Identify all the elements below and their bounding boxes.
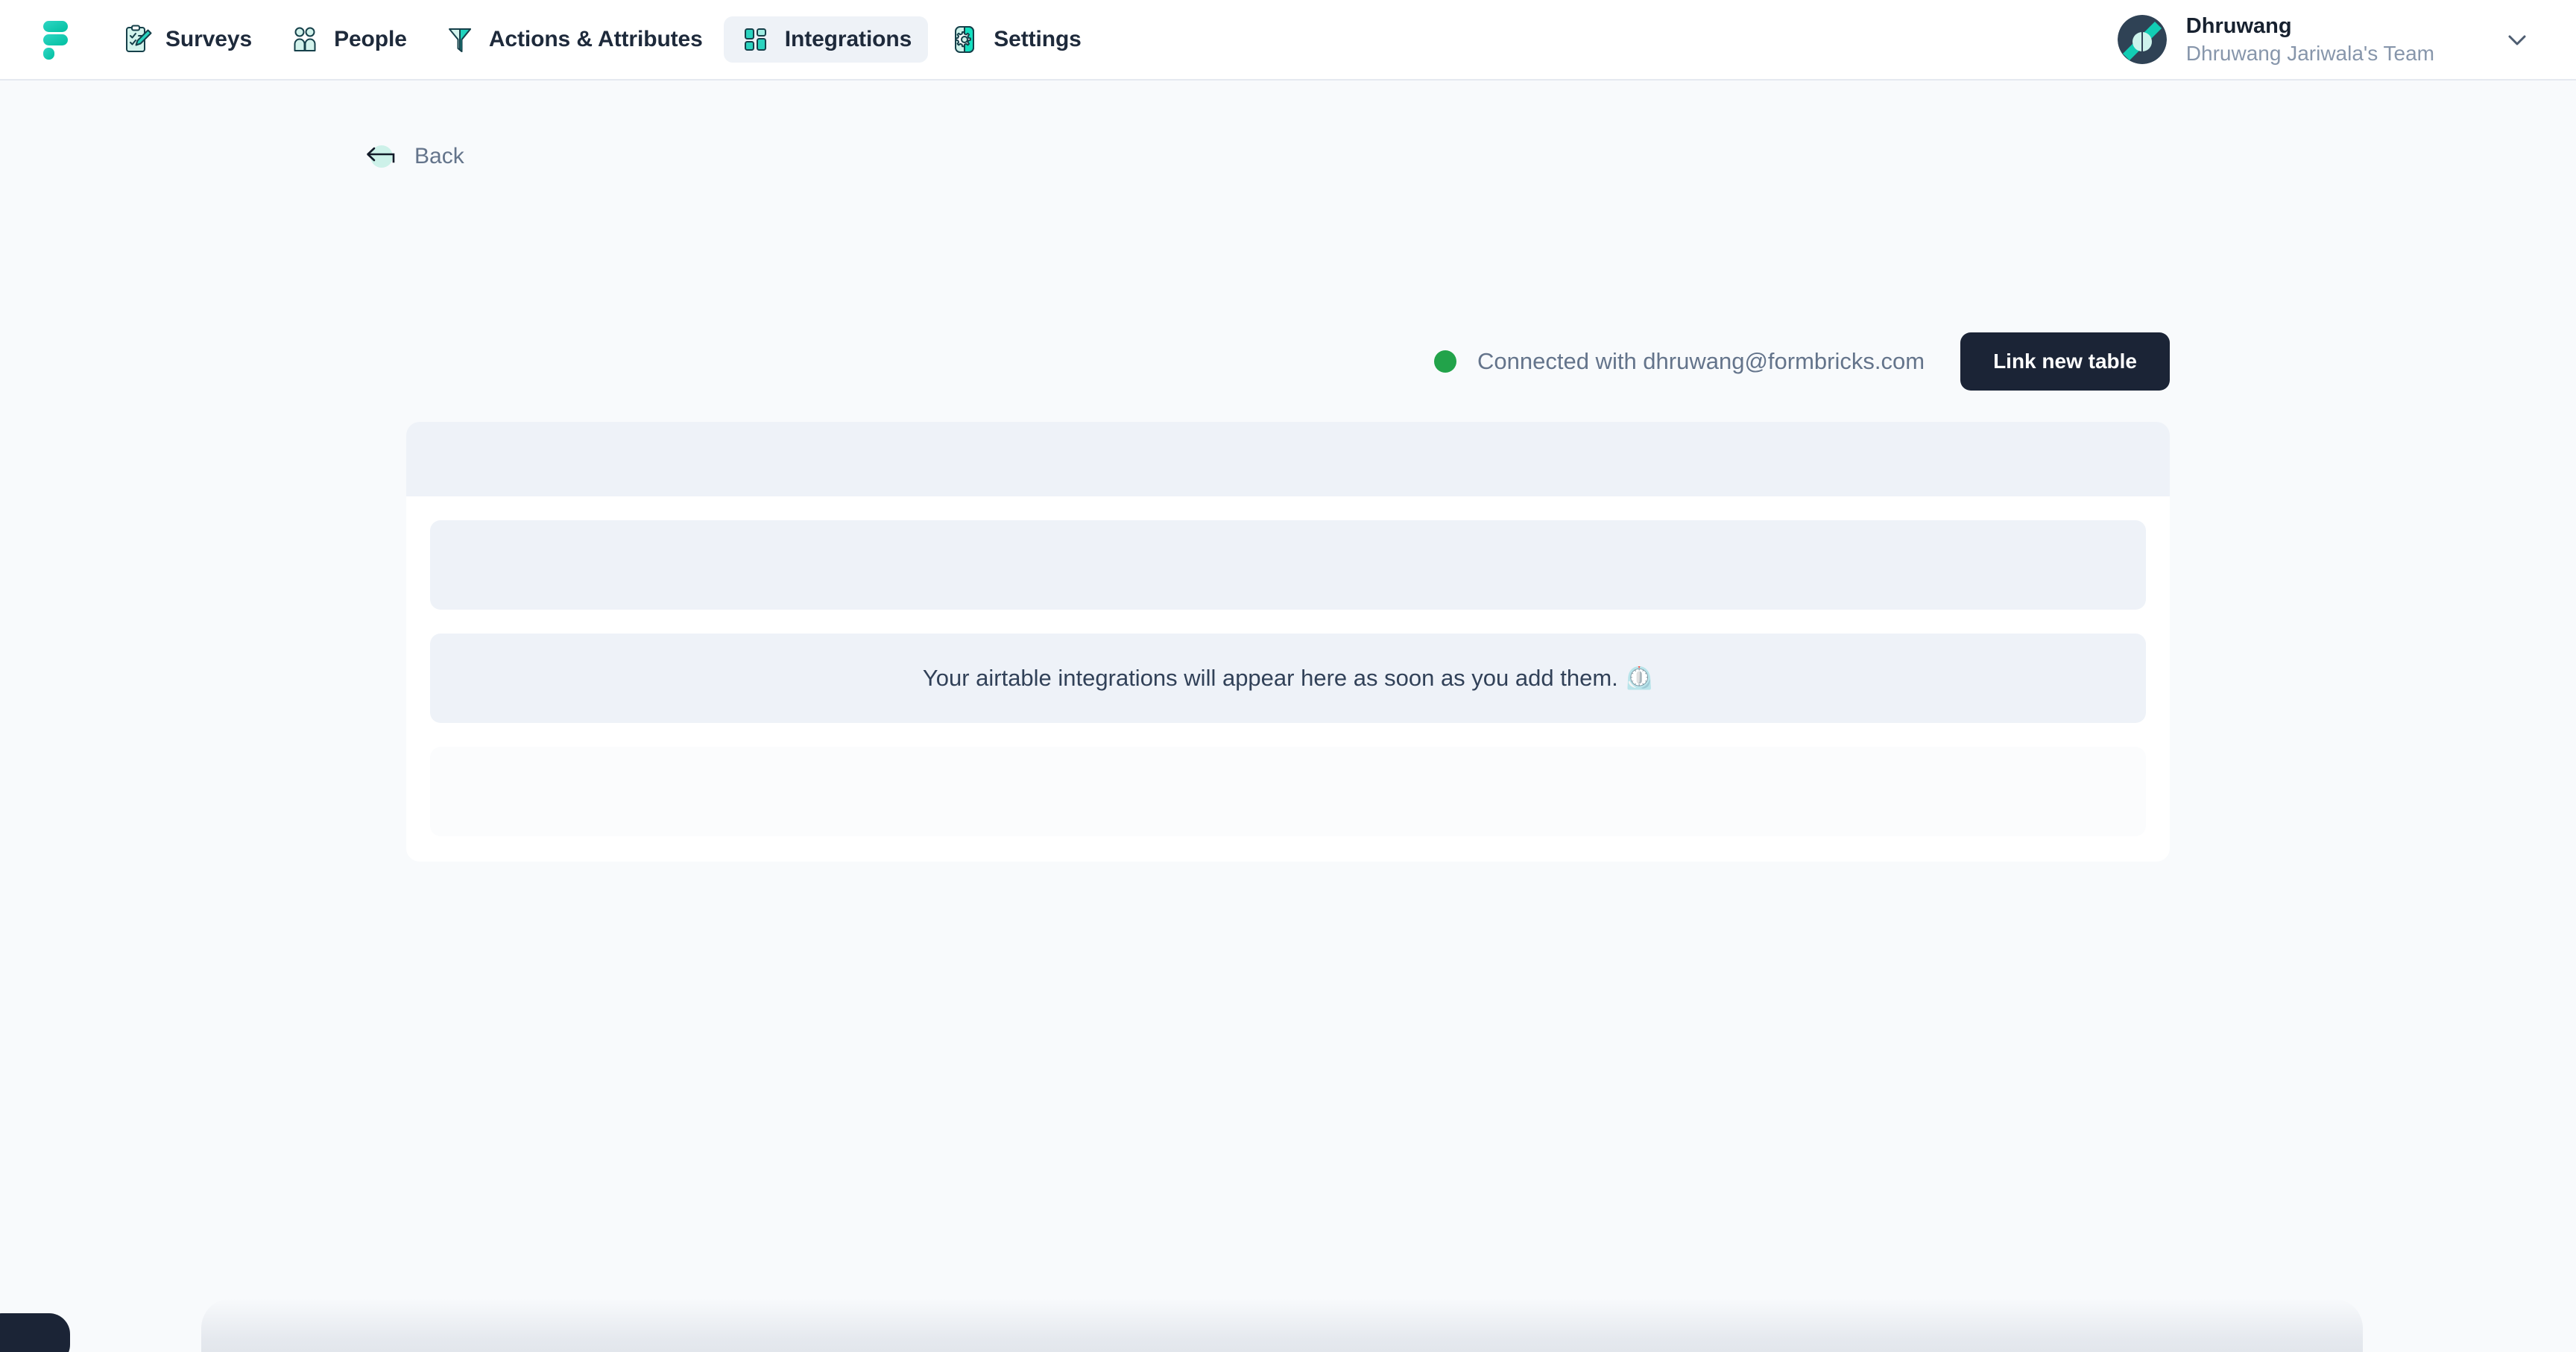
top-navigation-bar: Surveys People Actions & Attributes Inte… [0,0,2576,80]
nav-item-settings[interactable]: Settings [932,16,1098,63]
page-content: Back Connected with dhruwang@formbricks.… [0,80,2576,1352]
nav-item-label: Integrations [784,27,912,51]
link-new-table-button[interactable]: Link new table [1960,332,2170,391]
nav-item-surveys[interactable]: Surveys [104,16,268,63]
nav-item-label: People [334,27,407,51]
skeleton-row [430,520,2146,610]
skeleton-row [430,747,2146,836]
back-button[interactable]: Back [364,140,464,173]
arrow-left-icon [367,145,395,168]
user-name: Dhruwang [2185,13,2292,38]
people-icon [294,27,316,51]
funnel-icon [448,28,471,52]
bottom-fade-overlay [201,1298,2363,1352]
integration-status-row: Connected with dhruwang@formbricks.com L… [1434,332,2170,391]
chevron-down-icon[interactable] [2500,22,2534,57]
user-menu[interactable]: Dhruwang Dhruwang Jariwala's Team [2117,13,2542,66]
nav-item-list: Surveys People Actions & Attributes Inte… [104,16,1098,63]
floating-widget-handle[interactable] [0,1313,70,1352]
gear-icon [955,26,975,53]
nav-item-actions-attributes[interactable]: Actions & Attributes [428,16,719,63]
user-identity: Dhruwang Dhruwang Jariwala's Team [2186,13,2434,66]
nav-item-label: Actions & Attributes [488,27,703,51]
card-header-skeleton [406,422,2170,496]
connection-status-text: Connected with dhruwang@formbricks.com [1477,348,1925,374]
nav-item-label: Surveys [165,27,253,51]
nav-item-label: Settings [994,27,1082,51]
integrations-grid-icon [744,28,766,51]
clipboard-pencil-icon [126,25,152,52]
avatar [2117,15,2167,64]
empty-state-message: Your airtable integrations will appear h… [922,665,1618,691]
status-dot-icon [1434,350,1456,373]
nav-item-integrations[interactable]: Integrations [723,16,929,63]
card-body: Your airtable integrations will appear h… [406,496,2170,836]
timer-clock-emoji-icon: ⏲️ [1625,666,1654,691]
formbricks-logo-icon[interactable] [36,19,70,60]
integrations-card: Your airtable integrations will appear h… [406,422,2170,862]
empty-state-row: Your airtable integrations will appear h… [430,634,2146,723]
nav-item-people[interactable]: People [273,16,423,63]
user-team: Dhruwang Jariwala's Team [2185,42,2434,66]
back-label: Back [414,144,464,168]
